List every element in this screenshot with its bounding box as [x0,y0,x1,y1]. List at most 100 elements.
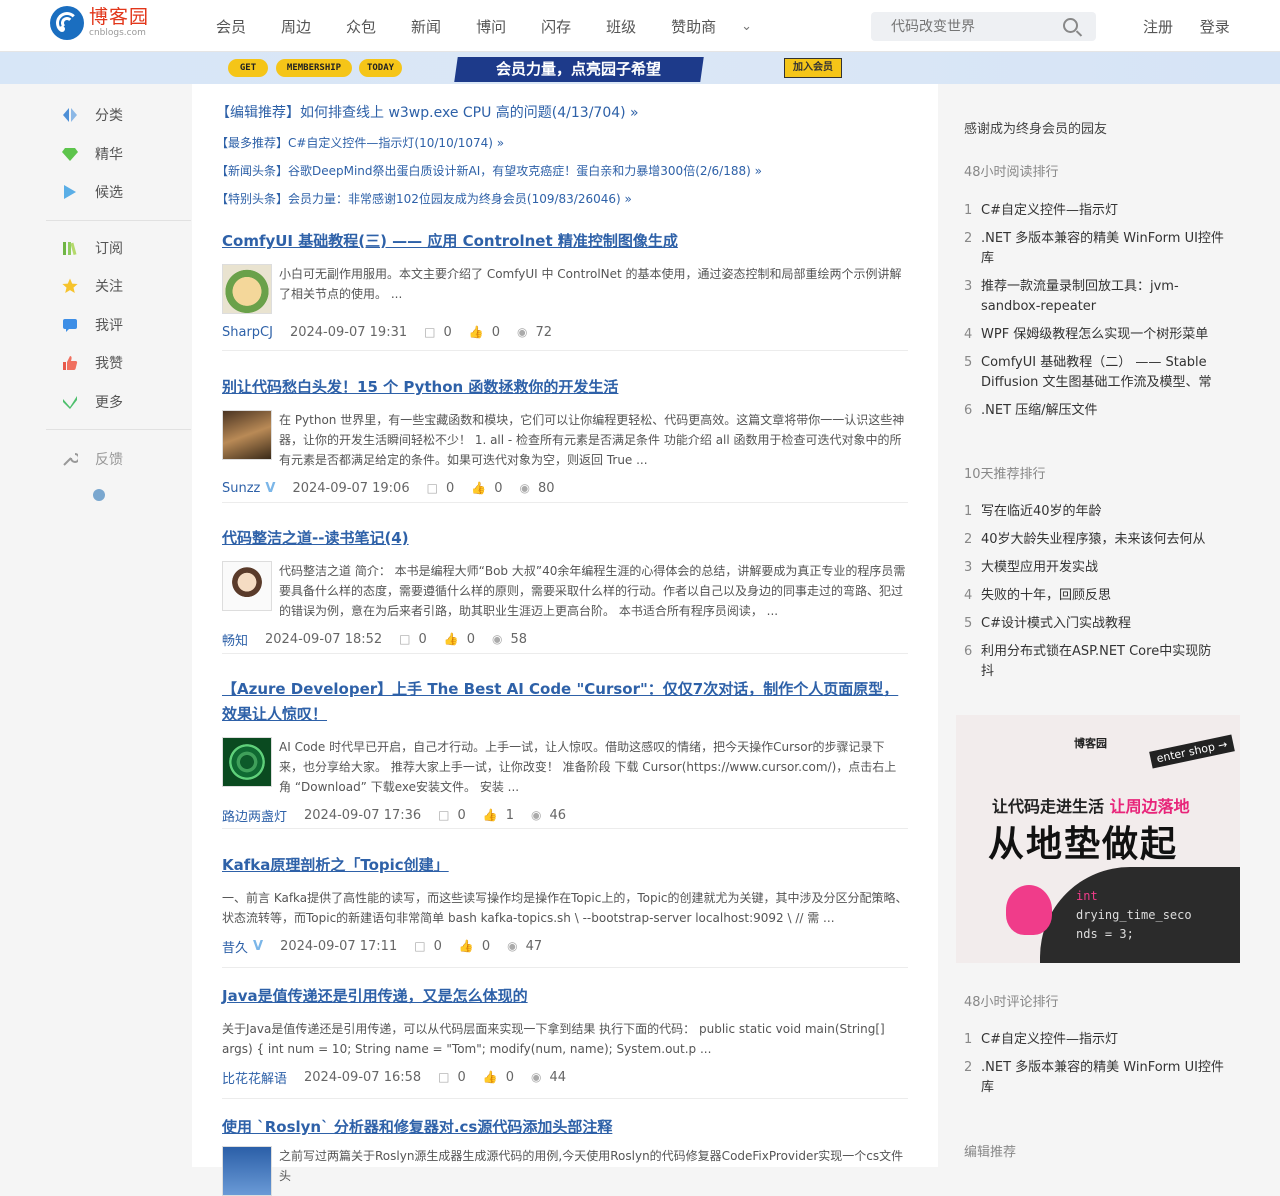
sidebar-item-category[interactable]: 分类 [46,96,191,135]
list-item[interactable]: 2 .NET 多版本兼容的精美 WinForm UI控件库 [964,1058,1224,1098]
post-author[interactable]: SharpCJ [222,325,273,340]
login-link[interactable]: 登录 [1200,18,1230,36]
post-item: Java是值传递还是引用传递，又是怎么体现的 关于Java是值传递还是引用传递，… [222,984,908,1099]
post-title[interactable]: ComfyUI 基础教程(三) —— 应用 Controlnet 精准控制图像生… [222,229,908,254]
comment-rank-list: 1 C#自定义控件—指示灯 2 .NET 多版本兼容的精美 WinForm UI控件… [964,1030,1224,1106]
join-member-button[interactable]: 加入会员 [784,58,842,78]
ad-code-2: drying_time_seco [1076,908,1192,922]
sidebar-item-my-likes[interactable]: 我赞 [46,344,191,383]
like-count[interactable]: 👍 1 [483,808,514,823]
like-count[interactable]: 👍 0 [444,632,475,647]
list-item[interactable]: 2 40岁大龄失业程序猿，未来该何去何从 [964,530,1224,550]
post-title[interactable]: 【Azure Developer】上手 The Best AI Code "Cu… [222,677,908,727]
like-count[interactable]: 👍 0 [469,325,500,340]
nav-item-news[interactable]: 新闻 [411,16,441,37]
comment-count[interactable]: □ 0 [414,939,442,954]
comment-count[interactable]: □ 0 [427,481,455,496]
post-author[interactable]: Sunzz [222,481,260,496]
sidebar-item-more[interactable]: 更多 [46,383,191,422]
list-item[interactable]: 4 失败的十年，回顾反思 [964,586,1224,606]
like-count[interactable]: 👍 0 [471,481,502,496]
headline-special[interactable]: 【特别头条】会员力量：非常感谢102位园友成为终身会员(109/83/26046… [216,190,632,207]
nav-item-merch[interactable]: 周边 [281,16,311,37]
headline-news[interactable]: 【新闻头条】谷歌DeepMind祭出蛋白质设计新AI，有望攻克癌症！蛋白亲和力暴… [216,162,762,179]
search-icon[interactable] [1063,18,1078,33]
author-avatar[interactable] [222,410,272,460]
list-item[interactable]: 5 ComfyUI 基础教程（二） —— Stable Diffusion 文生图… [964,353,1224,393]
list-item[interactable]: 6 利用分布式锁在ASP.NET Core中实现防抖 [964,642,1224,682]
post-summary: 关于Java是值传递还是引用传递，可以从代码层面来实现一下拿到结果 执行下面的代… [222,1022,885,1056]
list-item[interactable]: 1 C#自定义控件—指示灯 [964,201,1224,221]
eye-icon: ◉ [492,632,503,646]
author-avatar[interactable] [222,264,272,314]
thumbs-up-icon: 👍 [443,632,459,646]
sidebar-item-my-comments[interactable]: 我评 [46,306,191,345]
wrench-icon [63,453,78,466]
eye-icon: ◉ [516,325,528,339]
headline-most-liked[interactable]: 【最多推荐】C#自定义控件—指示灯(10/10/1074) » [216,134,504,151]
star-icon [62,278,78,294]
sidebar-item-subscribe[interactable]: 订阅 [46,229,191,268]
thumbs-up-icon: 👍 [482,1070,498,1084]
list-item[interactable]: 1 写在临近40岁的年龄 [964,502,1224,522]
sidebar-item-featured[interactable]: 精华 [46,135,191,174]
eye-icon: ◉ [519,481,530,495]
post-date: 2024-09-07 17:11 [280,938,398,954]
list-item[interactable]: 3 大模型应用开发实战 [964,558,1224,578]
comment-icon [63,318,77,332]
nav-item-member[interactable]: 会员 [216,16,246,37]
like-count[interactable]: 👍 0 [459,939,490,954]
register-link[interactable]: 注册 [1143,18,1173,36]
lightbulb-icon[interactable] [93,488,105,501]
nav-item-flash[interactable]: 闪存 [541,16,571,37]
chevron-down-icon[interactable]: ⌄ [741,19,752,34]
list-item[interactable]: 2 .NET 多版本兼容的精美 WinForm UI控件库 [964,229,1224,269]
list-item[interactable]: 5 C#设计模式入门实战教程 [964,614,1224,634]
shop-ad-banner[interactable]: 博客园 enter shop → 让代码走进生活 让周边落地 从地垫做起 int… [956,715,1240,963]
list-item[interactable]: 6 .NET 压缩/解压文件 [964,401,1224,421]
sidebar-item-candidate[interactable]: 候选 [46,173,191,212]
sidebar-item-follow[interactable]: 关注 [46,267,191,306]
post-author[interactable]: 路边两盏灯 [222,806,287,825]
nav-item-crowdsource[interactable]: 众包 [346,16,376,37]
post-title[interactable]: 使用 `Roslyn` 分析器和修复器对.cs源代码添加头部注释 [222,1115,908,1140]
post-author[interactable]: 昔久 [222,937,248,956]
list-item[interactable]: 4 WPF 保姆级教程怎么实现一个树形菜单 [964,325,1224,345]
site-logo[interactable]: 博客园 cnblogs.com [50,6,149,40]
author-avatar[interactable] [222,561,272,611]
lifetime-members-link[interactable]: 感谢成为终身会员的园友 [964,118,1107,137]
comment-icon: □ [424,325,436,339]
list-item[interactable]: 3 推荐一款流量录制回放工具：jvm-sandbox-repeater [964,277,1224,317]
post-summary: 代码整洁之道 简介： 本书是编程大师“Bob 大叔”40余年编程生涯的心得体会的… [279,564,906,618]
like-count[interactable]: 👍 0 [483,1070,514,1085]
nav-item-sponsor[interactable]: 赞助商 [671,16,716,37]
sidebar-item-feedback[interactable]: 反馈 [46,440,191,479]
comment-count[interactable]: □ 0 [438,1070,466,1085]
nav-item-qa[interactable]: 博问 [476,16,506,37]
post-title[interactable]: 代码整洁之道--读书笔记(4) [222,526,908,551]
headline-editor-pick[interactable]: 【编辑推荐】如何排查线上 w3wp.exe CPU 高的问题(4/13/704)… [216,102,639,122]
nav-item-class[interactable]: 班级 [606,16,636,37]
enter-shop-tag[interactable]: enter shop → [1149,734,1235,769]
search-input[interactable] [871,12,1051,41]
author-avatar[interactable] [222,1146,272,1196]
post-date: 2024-09-07 18:52 [265,631,383,647]
diamond-icon [62,147,78,161]
candidate-icon [64,185,76,200]
comment-count[interactable]: □ 0 [399,632,427,647]
comment-count[interactable]: □ 0 [424,325,452,340]
comment-count[interactable]: □ 0 [438,808,466,823]
membership-banner[interactable]: GET MEMBERSHIP TODAY 会员力量，点亮园子希望 加入会员 [0,52,1280,84]
post-date: 2024-09-07 19:06 [292,480,410,496]
post-title[interactable]: 别让代码愁白头发！15 个 Python 函数拯救你的开发生活 [222,375,908,400]
post-title[interactable]: Kafka原理剖析之「Topic创建」 [222,853,908,878]
comment-rank-title: 48小时评论排行 [964,995,1059,1010]
list-item[interactable]: 1 C#自定义控件—指示灯 [964,1030,1224,1050]
post-author[interactable]: 畅知 [222,630,248,649]
post-author[interactable]: 比花花解语 [222,1068,287,1087]
author-avatar[interactable] [222,737,272,787]
mascot-icon [1006,885,1052,935]
eye-icon: ◉ [531,808,542,822]
more-check-icon [63,395,77,409]
post-title[interactable]: Java是值传递还是引用传递，又是怎么体现的 [222,984,908,1009]
